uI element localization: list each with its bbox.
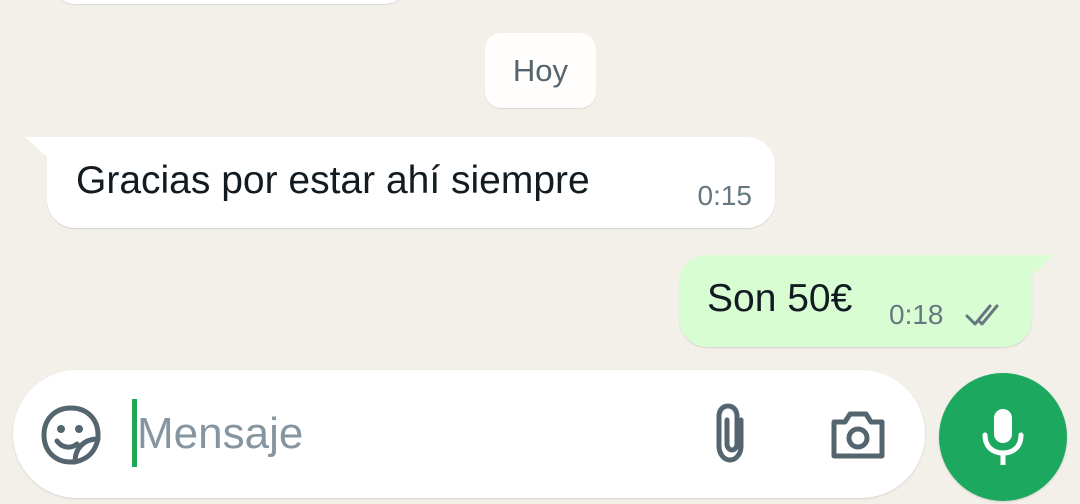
double-check-icon bbox=[965, 304, 999, 326]
message-input[interactable] bbox=[133, 392, 677, 476]
message-timestamp: 0:15 bbox=[697, 180, 753, 211]
date-separator: Hoy bbox=[485, 33, 596, 108]
bubble-tail bbox=[1030, 255, 1054, 277]
message-composer bbox=[13, 370, 925, 498]
bubble-tail bbox=[25, 137, 49, 159]
camera-icon[interactable] bbox=[828, 406, 888, 462]
message-text: Gracias por estar ahí siempre bbox=[76, 159, 590, 202]
previous-message-bubble bbox=[50, 0, 410, 4]
microphone-icon bbox=[982, 409, 1024, 465]
paperclip-icon[interactable] bbox=[703, 400, 763, 466]
voice-message-button[interactable] bbox=[939, 373, 1067, 501]
outgoing-message-bubble[interactable]: Son 50€ 0:18 bbox=[679, 255, 1054, 347]
sticker-icon[interactable] bbox=[40, 404, 102, 466]
incoming-message-bubble[interactable]: Gracias por estar ahí siempre 0:15 bbox=[25, 137, 775, 228]
message-text: Son 50€ bbox=[707, 277, 853, 320]
message-timestamp: 0:18 bbox=[889, 299, 944, 330]
date-separator-label: Hoy bbox=[512, 52, 569, 88]
